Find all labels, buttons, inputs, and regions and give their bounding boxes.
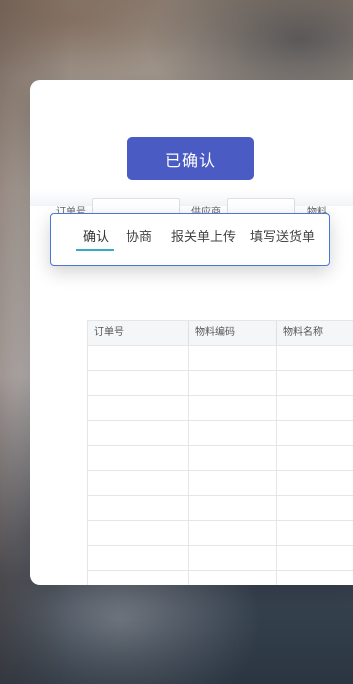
- table-cell: [277, 371, 353, 395]
- table-cell: [277, 571, 353, 585]
- table-row[interactable]: [88, 446, 353, 471]
- table-cell: [88, 546, 189, 570]
- column-header-order-no[interactable]: 订单号: [88, 321, 189, 345]
- table-cell: [189, 496, 277, 520]
- table-cell: [189, 521, 277, 545]
- table-cell: [277, 421, 353, 445]
- table-cell: [189, 346, 277, 370]
- table-cell: [189, 371, 277, 395]
- tab-negotiate[interactable]: 协商: [126, 229, 152, 247]
- table-cell: [189, 546, 277, 570]
- table-row[interactable]: [88, 371, 353, 396]
- table-header: 订单号 物料编码 物料名称: [88, 321, 353, 346]
- table-cell: [88, 521, 189, 545]
- column-header-material-name[interactable]: 物料名称: [277, 321, 353, 345]
- table-row[interactable]: [88, 421, 353, 446]
- tab-fill-delivery-note[interactable]: 填写送货单: [250, 229, 315, 247]
- table-cell: [277, 521, 353, 545]
- table-cell: [277, 346, 353, 370]
- table-cell: [189, 396, 277, 420]
- table-cell: [88, 446, 189, 470]
- table-cell: [277, 396, 353, 420]
- table-row[interactable]: [88, 496, 353, 521]
- confirmed-status-button[interactable]: 已确认: [127, 137, 254, 180]
- tab-confirm[interactable]: 确认: [83, 229, 109, 247]
- column-header-material-code[interactable]: 物料编码: [189, 321, 277, 345]
- table-cell: [88, 421, 189, 445]
- table-cell: [277, 496, 353, 520]
- table-row[interactable]: [88, 346, 353, 371]
- table-row[interactable]: [88, 521, 353, 546]
- table-cell: [88, 396, 189, 420]
- table-cell: [189, 446, 277, 470]
- table-cell: [88, 471, 189, 495]
- table-cell: [189, 471, 277, 495]
- tab-upload-customs[interactable]: 报关单上传: [171, 229, 236, 247]
- table-cell: [277, 546, 353, 570]
- workflow-tabs: 确认 协商 报关单上传 填写送货单: [50, 213, 330, 266]
- table-row[interactable]: [88, 571, 353, 585]
- table-row[interactable]: [88, 396, 353, 421]
- active-tab-indicator: [76, 249, 114, 251]
- table-cell: [277, 446, 353, 470]
- table-cell: [88, 496, 189, 520]
- table-cell: [88, 346, 189, 370]
- table-cell: [189, 421, 277, 445]
- table-cell: [88, 571, 189, 585]
- table-cell: [88, 371, 189, 395]
- table-cell: [277, 471, 353, 495]
- table-cell: [189, 571, 277, 585]
- table-row[interactable]: [88, 471, 353, 496]
- table-row[interactable]: [88, 546, 353, 571]
- confirmed-status-label: 已确认: [164, 150, 216, 170]
- order-table: 订单号 物料编码 物料名称: [87, 320, 353, 585]
- main-card: 已确认 订单号 供应商 物料 订单号 物料编码 物料名称: [30, 80, 353, 585]
- table-body: [88, 346, 353, 585]
